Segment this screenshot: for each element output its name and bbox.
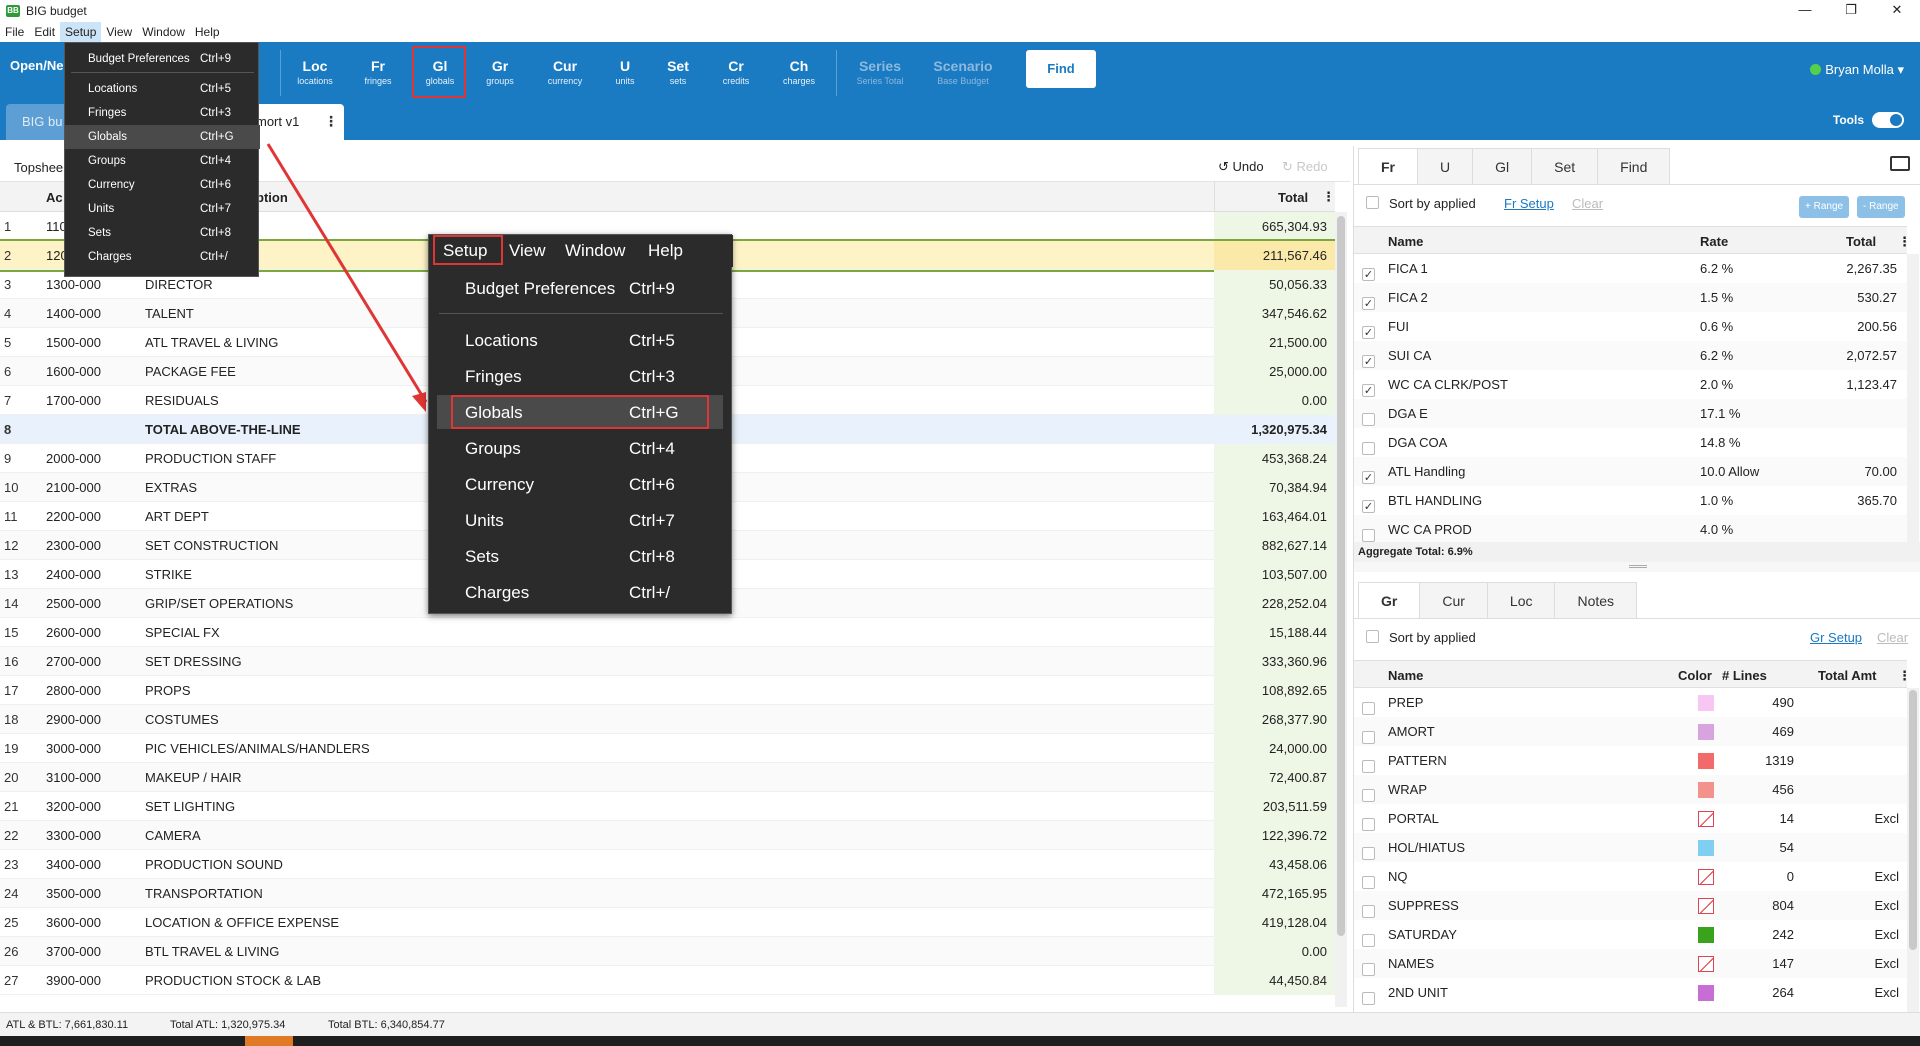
menu-item-label: Charges — [465, 583, 530, 602]
annotation-arrow — [266, 143, 428, 412]
menu-item-label: Budget Preferences — [465, 279, 616, 298]
zoomed-menu-item[interactable]: Sets Ctrl+8 — [437, 539, 723, 573]
menu-item-shortcut: Ctrl+3 — [629, 367, 675, 386]
menu-item-label: Currency — [465, 475, 534, 494]
zoomed-menu-item[interactable]: Currency Ctrl+6 — [437, 467, 723, 501]
menu-item-shortcut: Ctrl+9 — [629, 279, 675, 298]
zoom-menu-window[interactable]: Window — [565, 241, 625, 261]
menu-item-label: Fringes — [465, 367, 522, 386]
menu-item-shortcut: Ctrl+/ — [629, 583, 671, 602]
menu-item-shortcut: Ctrl+7 — [629, 511, 675, 530]
menu-item-label: Locations — [465, 331, 538, 350]
zoomed-menu-item[interactable]: Budget Preferences Ctrl+9 — [437, 271, 723, 305]
zoomed-menu-item[interactable]: Fringes Ctrl+3 — [437, 359, 723, 393]
menu-item-label: Groups — [465, 439, 521, 458]
highlight-box — [433, 235, 503, 265]
menu-item-shortcut: Ctrl+4 — [629, 439, 675, 458]
zoomed-menu-item[interactable]: Locations Ctrl+5 — [437, 323, 723, 357]
menu-item-label: Sets — [465, 547, 500, 566]
zoomed-menu-item[interactable]: Units Ctrl+7 — [437, 503, 723, 537]
menu-item-label: Units — [465, 511, 504, 530]
zoom-menu-help[interactable]: Help — [648, 241, 683, 261]
menu-item-shortcut: Ctrl+5 — [629, 331, 675, 350]
zoomed-menu-item[interactable]: Groups Ctrl+4 — [437, 431, 723, 465]
zoom-menu-view[interactable]: View — [509, 241, 546, 261]
menu-item-shortcut: Ctrl+6 — [629, 475, 675, 494]
menu-separator — [439, 313, 723, 314]
highlight-box — [451, 395, 709, 429]
setup-menu-zoomed: Setup View Window Help Budget Preference… — [428, 234, 733, 614]
menu-item-shortcut: Ctrl+8 — [629, 547, 675, 566]
zoomed-menu-item[interactable]: Charges Ctrl+/ — [437, 575, 723, 609]
